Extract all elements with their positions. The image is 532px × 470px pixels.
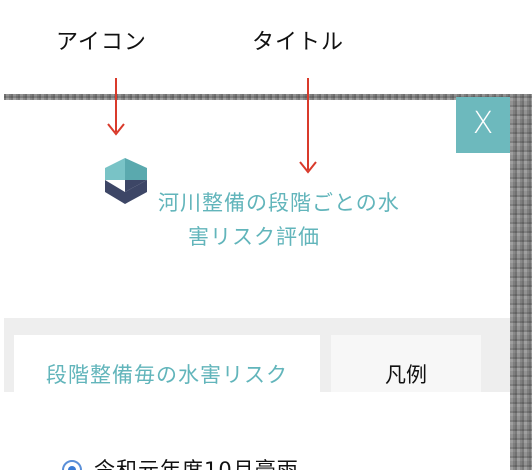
river-block-icon [105,158,147,204]
tab-legend[interactable]: 凡例 [331,335,481,392]
info-panel [0,100,510,470]
title-annotation-label: タイトル [252,30,345,55]
tab-flood-risk[interactable]: 段階整備毎の水害リスク [14,335,320,392]
panel-title: 河川整備の段階ごとの水 害リスク評価 [158,186,458,254]
close-icon: X [472,106,494,141]
scenario-option-label: 令和元年度10月豪雨 [94,458,299,470]
panel-title-line1: 河川整備の段階ごとの水 [158,191,400,215]
panel-title-line2: 害リスク評価 [188,225,320,249]
close-button[interactable]: X [456,97,510,153]
icon-annotation-label: アイコン [56,30,147,55]
